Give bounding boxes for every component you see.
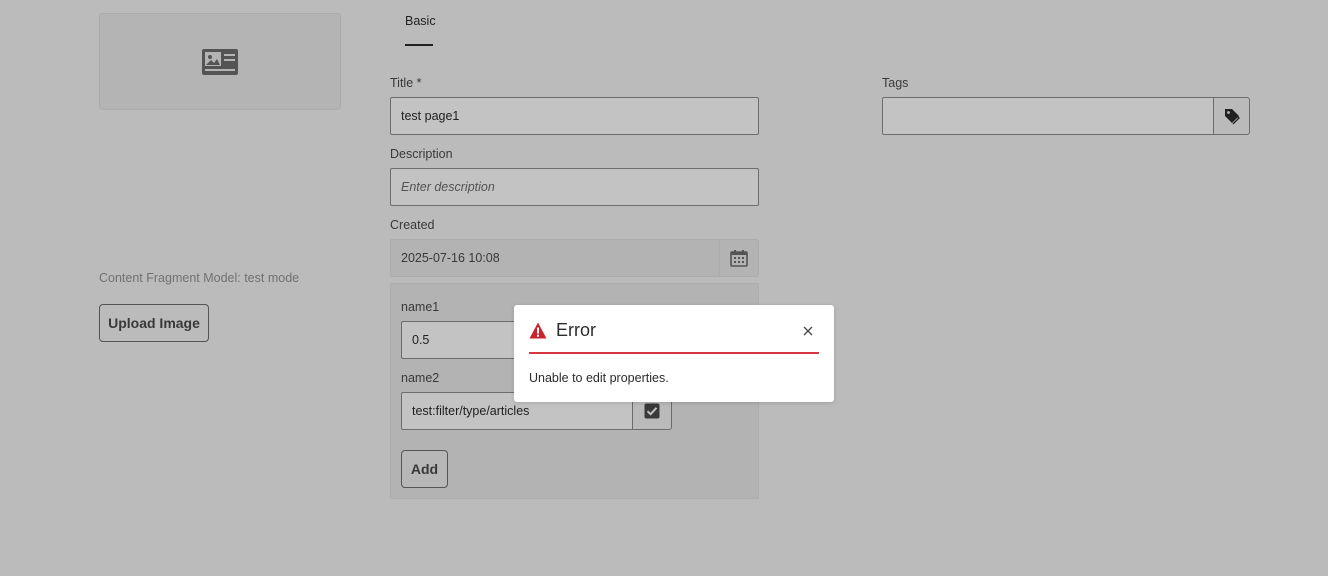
page-properties-editor: Content Fragment Model: test mode Upload… (0, 0, 1328, 576)
modal-overlay (0, 0, 1328, 576)
alert-triangle-icon (529, 322, 547, 339)
error-dialog: Error Unable to edit properties. (514, 305, 834, 402)
dialog-title: Error (556, 320, 596, 340)
dialog-message: Unable to edit properties. (529, 371, 669, 385)
dialog-header: Error (529, 318, 819, 354)
close-icon[interactable] (797, 320, 819, 342)
